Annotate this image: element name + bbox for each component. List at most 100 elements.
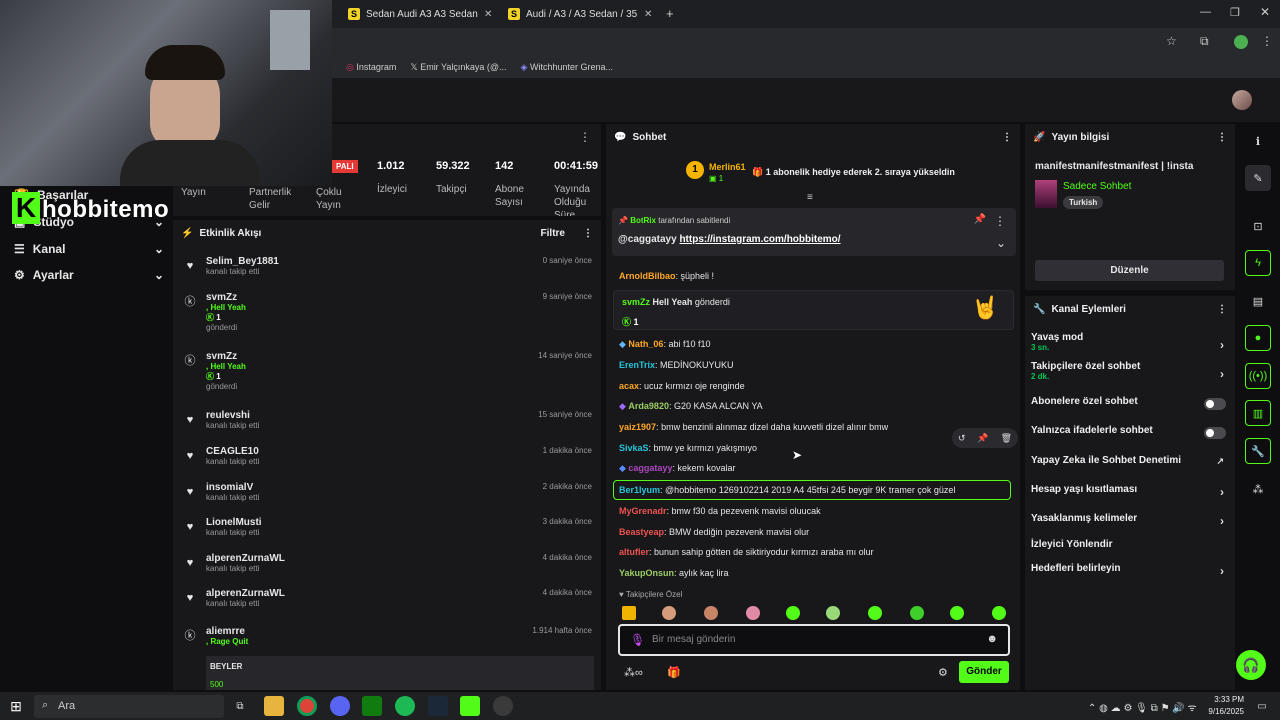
chat-input-box[interactable]: 🎙 Bir mesaj gönderin ☻ (618, 624, 1010, 656)
chat-username[interactable]: caggatayy (628, 463, 672, 473)
emoji-icon[interactable]: ☻ (986, 633, 998, 645)
collapse-icon[interactable]: ≡ (807, 192, 813, 203)
points-icon[interactable]: ⁂∞ (624, 666, 643, 679)
chat-username[interactable]: Beastyeap (619, 527, 664, 537)
user-avatar[interactable] (1232, 90, 1252, 110)
minimize-icon[interactable]: — (1200, 6, 1211, 18)
broadcast-icon[interactable]: ((•)) (1245, 363, 1271, 389)
activity-username[interactable]: Selim_Bey1881 (206, 256, 279, 267)
send-button[interactable]: Gönder (959, 661, 1009, 683)
channel-action-item[interactable]: İzleyici Yönlendir (1031, 539, 1226, 550)
notifications-icon[interactable]: ▭ (1252, 696, 1272, 716)
wrench-icon[interactable]: 🔧 (1245, 438, 1271, 464)
points-icon[interactable]: ⁂ (1245, 476, 1271, 502)
microphone-icon[interactable]: 🎙 (630, 633, 645, 647)
more-options-icon[interactable]: ⋮ (1217, 304, 1227, 315)
bookmark-x[interactable]: 𝕏 Emir Yalçınkaya (@... (410, 62, 506, 73)
chevron-down-icon[interactable]: ⌄ (996, 236, 1006, 250)
clock[interactable]: 3:33 PM 9/16/2025 (1200, 694, 1244, 718)
bolt-icon[interactable]: ϟ (1245, 250, 1271, 276)
pin-icon[interactable]: 📌 (977, 433, 988, 444)
activity-username[interactable]: svmZz (206, 292, 246, 303)
capture-icon[interactable]: ⊡ (1245, 213, 1271, 239)
more-options-icon[interactable]: ⋮ (583, 228, 593, 239)
chat-username[interactable]: MyGrenadr (619, 506, 667, 516)
layout-icon[interactable]: ▥ (1245, 400, 1271, 426)
restore-icon[interactable]: ❐ (1230, 6, 1240, 19)
chat-bubble-icon[interactable]: ● (1245, 325, 1271, 351)
gear-icon[interactable]: ⚙ (938, 666, 948, 679)
delete-icon[interactable]: 🗑 (1001, 433, 1012, 444)
system-tray[interactable]: ⌃ ◍ ☁ ⚙ 🎙 ⧉ ⚑ 🔊 ᯤ (1088, 700, 1197, 714)
activity-username[interactable]: aliemrre (206, 626, 248, 637)
channel-action-item[interactable]: Takipçilere özel sohbet 2 dk. › (1031, 361, 1226, 381)
emote-kick-icon[interactable] (950, 606, 964, 620)
emote-face-icon[interactable] (662, 606, 676, 620)
more-options-icon[interactable]: ⋮ (994, 214, 1006, 228)
edit-button[interactable]: Düzenle (1035, 260, 1224, 281)
pencil-icon[interactable]: ✎ (1245, 165, 1271, 191)
channel-action-item[interactable]: Hesap yaşı kısıtlaması › (1031, 484, 1226, 499)
browser-tab-2[interactable]: S Audi / A3 / A3 Sedan / 35 TFSI ✕ (508, 4, 658, 24)
chat-username[interactable]: acax (619, 381, 639, 391)
activity-username[interactable]: svmZz (206, 351, 246, 362)
file-explorer-icon[interactable] (264, 696, 284, 716)
discord-icon[interactable] (330, 696, 350, 716)
browser-tab-1[interactable]: S Sedan Audi A3 A3 Sedan 35 TF ✕ (348, 4, 498, 24)
xbox-icon[interactable] (362, 696, 382, 716)
emote-kick-icon[interactable] (826, 606, 840, 620)
obs-icon[interactable] (493, 696, 513, 716)
channel-action-item[interactable]: Abonelere özel sohbet (1031, 396, 1226, 410)
task-view-icon[interactable]: ⧉ (230, 696, 250, 716)
chat-username[interactable]: YakupOnsun (619, 568, 674, 578)
new-tab-icon[interactable]: + (666, 6, 674, 21)
chrome-icon[interactable] (297, 696, 317, 716)
chat-input[interactable]: Bir mesaj gönderin (652, 634, 735, 645)
activity-username[interactable]: reulevshi (206, 410, 259, 421)
reply-icon[interactable]: ↺ (958, 433, 966, 444)
channel-action-item[interactable]: Yasaklanmış kelimeler › (1031, 513, 1226, 528)
chat-username[interactable]: ArnoldBilbao (619, 271, 676, 281)
steam-icon[interactable] (428, 696, 448, 716)
filter-button[interactable]: Filtre (541, 228, 565, 239)
chat-username[interactable]: SivkaS (619, 443, 649, 453)
extensions-icon[interactable]: ⧉ (1200, 34, 1209, 49)
activity-username[interactable]: insomialV (206, 482, 259, 493)
streaming-app-icon[interactable] (460, 696, 480, 716)
emote-kick-icon[interactable] (786, 606, 800, 620)
profile-icon[interactable] (1234, 35, 1248, 49)
spotify-icon[interactable] (395, 696, 415, 716)
emote-kick-icon[interactable] (910, 606, 924, 620)
gift-icon[interactable]: 🎁 (667, 666, 681, 679)
chat-username[interactable]: altufler (619, 547, 649, 557)
close-window-icon[interactable]: ✕ (1260, 5, 1270, 19)
menu-dots-icon[interactable]: ⋮ (1261, 34, 1273, 48)
windows-start-icon[interactable]: ⊞ (6, 696, 26, 716)
channel-action-item[interactable]: Yalnızca ifadelerle sohbet (1031, 425, 1226, 439)
emote-face-icon[interactable] (704, 606, 718, 620)
emote-cat-icon[interactable] (746, 606, 760, 620)
nav-settings[interactable]: ⚙ Ayarlar ⌄ (14, 268, 164, 282)
more-options-icon[interactable]: ⋮ (1217, 132, 1227, 143)
activity-username[interactable]: alperenZurnaWL (206, 553, 285, 564)
more-options-icon[interactable]: ⋮ (579, 130, 591, 144)
bookmark-instagram[interactable]: ◎ Instagram (346, 62, 396, 73)
taskbar-search[interactable]: ⌕ Ara (34, 695, 224, 718)
bookmark-witchhunter[interactable]: ◈ Witchhunter Grena... (521, 62, 613, 73)
channel-action-item[interactable]: Hedefleri belirleyin › (1031, 563, 1226, 578)
activity-username[interactable]: CEAGLE10 (206, 446, 259, 457)
chat-username[interactable]: Arda9820 (628, 401, 669, 411)
close-tab-icon[interactable]: ✕ (644, 9, 652, 20)
toggle-switch[interactable] (1204, 427, 1226, 439)
star-icon[interactable]: ☆ (1166, 34, 1177, 48)
gift-username[interactable]: Merlin61 (709, 162, 746, 172)
emote-kick-icon[interactable] (992, 606, 1006, 620)
emote-kick-icon[interactable] (868, 606, 882, 620)
channel-action-item[interactable]: Yavaş mod 3 sn. › (1031, 332, 1226, 352)
nav-channel[interactable]: ☰ Kanal ⌄ (14, 242, 164, 256)
pinned-link[interactable]: https://instagram.com/hobbitemo/ (679, 234, 840, 245)
channel-action-item[interactable]: Yapay Zeka ile Sohbet Denetimi ↗ (1031, 455, 1226, 466)
chat-username[interactable]: Nath_06 (628, 339, 663, 349)
toggle-switch[interactable] (1204, 398, 1226, 410)
document-icon[interactable]: ▤ (1245, 288, 1271, 314)
